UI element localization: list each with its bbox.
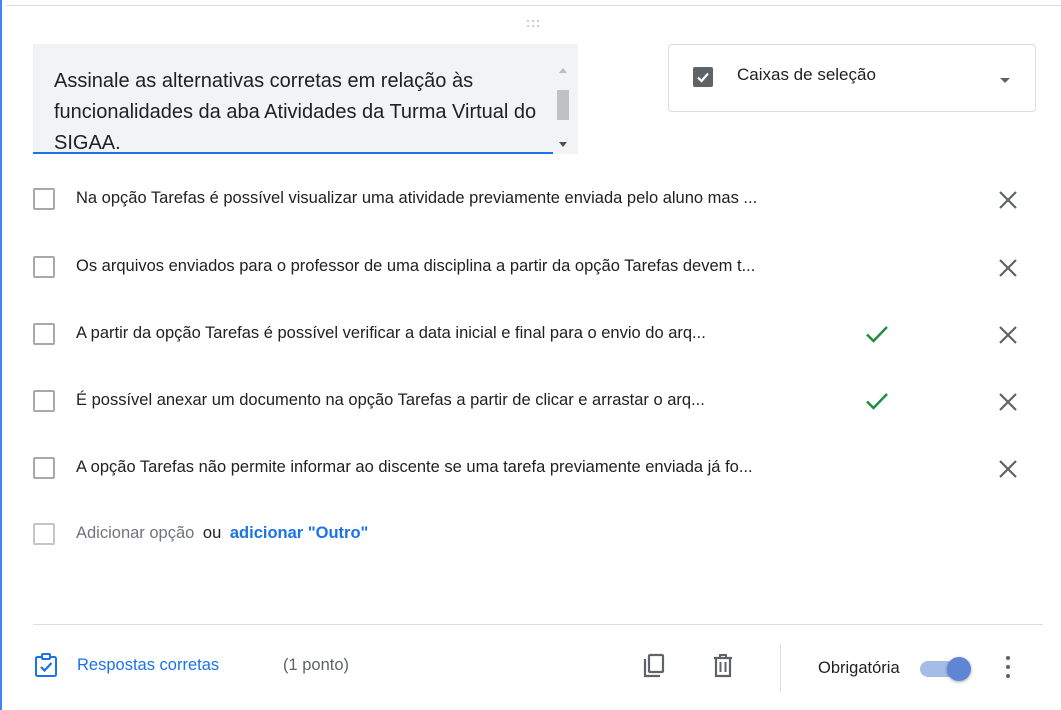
option-checkbox[interactable] <box>33 457 55 479</box>
add-option-link[interactable]: Adicionar opção <box>76 524 194 542</box>
add-option-checkbox <box>33 523 55 545</box>
scroll-up-arrow-icon[interactable] <box>559 68 567 73</box>
drag-handle-icon[interactable] <box>527 20 547 32</box>
option-checkbox[interactable] <box>33 188 55 210</box>
option-row[interactable]: Os arquivos enviados para o professor de… <box>0 243 1061 293</box>
question-type-dropdown[interactable]: Caixas de seleção <box>668 44 1036 112</box>
or-label: ou <box>202 524 222 542</box>
add-option-row[interactable]: Adicionar opção ou adicionar "Outro" <box>0 510 1061 560</box>
option-label[interactable]: Os arquivos enviados para o professor de… <box>76 257 755 276</box>
option-label[interactable]: Na opção Tarefas é possível visualizar u… <box>76 189 757 208</box>
close-icon[interactable] <box>996 457 1020 481</box>
required-toggle[interactable] <box>920 656 974 682</box>
answer-key-icon <box>33 652 59 678</box>
checkbox-icon <box>693 67 713 87</box>
card-top-edge <box>6 0 1061 6</box>
required-label: Obrigatória <box>818 659 900 677</box>
trash-icon[interactable] <box>710 652 736 680</box>
question-title-field[interactable]: Assinale as alternativas corretas em rel… <box>33 44 578 154</box>
scroll-down-arrow-icon[interactable] <box>559 142 567 147</box>
option-row[interactable]: A opção Tarefas não permite informar ao … <box>0 444 1061 494</box>
footer-separator <box>780 644 781 692</box>
add-other-link[interactable]: adicionar "Outro" <box>230 524 369 542</box>
close-icon[interactable] <box>996 188 1020 212</box>
option-row[interactable]: A partir da opção Tarefas é possível ver… <box>0 310 1061 360</box>
option-row[interactable]: Na opção Tarefas é possível visualizar u… <box>0 175 1061 225</box>
option-row[interactable]: É possível anexar um documento na opção … <box>0 377 1061 427</box>
option-checkbox[interactable] <box>33 323 55 345</box>
close-icon[interactable] <box>996 390 1020 414</box>
option-label[interactable]: A partir da opção Tarefas é possível ver… <box>76 324 706 343</box>
close-icon[interactable] <box>996 256 1020 280</box>
option-label[interactable]: A opção Tarefas não permite informar ao … <box>76 458 753 477</box>
scroll-thumb[interactable] <box>557 90 569 120</box>
option-checkbox[interactable] <box>33 390 55 412</box>
option-checkbox[interactable] <box>33 256 55 278</box>
chevron-down-icon <box>1000 78 1010 83</box>
close-icon[interactable] <box>996 323 1020 347</box>
question-scrollbar[interactable] <box>556 66 570 154</box>
option-label[interactable]: É possível anexar um documento na opção … <box>76 391 705 410</box>
points-label: (1 ponto) <box>283 656 350 674</box>
more-vert-icon[interactable] <box>998 652 1018 682</box>
correct-check-icon <box>864 322 890 346</box>
correct-check-icon <box>864 389 890 413</box>
answer-key-label: Respostas corretas <box>77 656 220 674</box>
question-title-underline <box>33 152 553 154</box>
toggle-knob <box>947 657 971 681</box>
question-title-text: Assinale as alternativas corretas em rel… <box>54 70 537 154</box>
duplicate-icon[interactable] <box>640 652 668 680</box>
question-type-label: Caixas de seleção <box>737 65 876 84</box>
footer-divider <box>33 624 1043 625</box>
